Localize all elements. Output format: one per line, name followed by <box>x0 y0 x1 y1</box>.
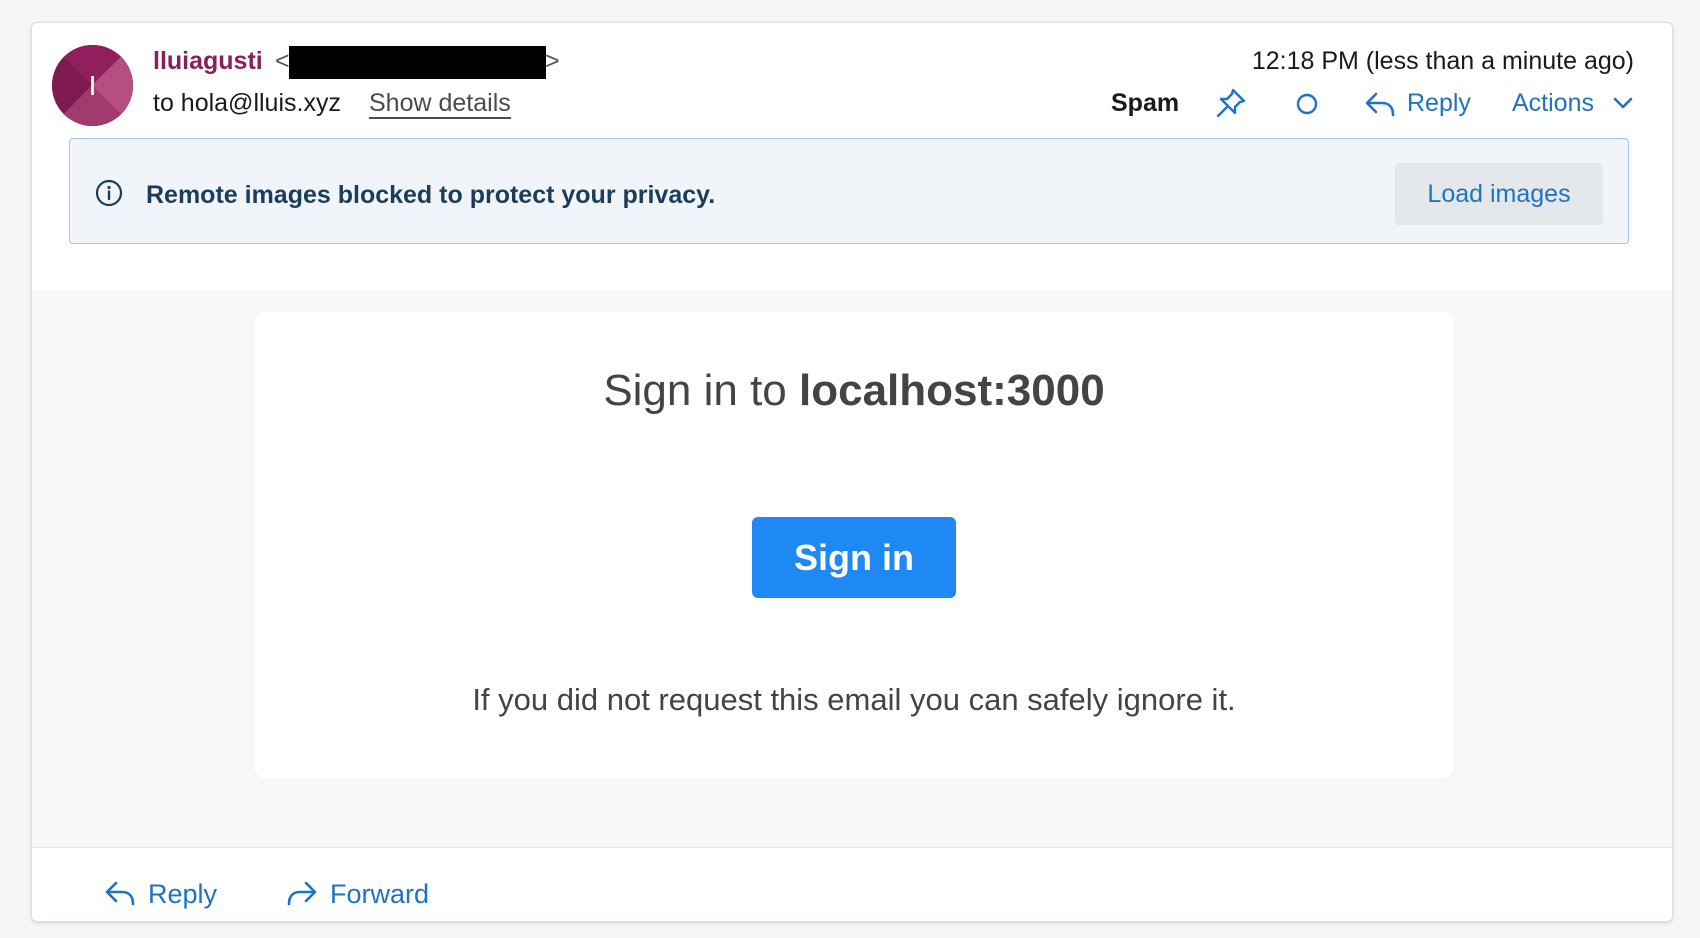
sender-email-open-bracket: < <box>275 47 290 75</box>
heading-prefix: Sign in to <box>603 366 799 415</box>
email-content-card: Sign in to localhost:3000 Sign in If you… <box>254 312 1454 778</box>
sender-avatar: I <box>52 45 133 126</box>
chevron-down-icon <box>1613 97 1633 109</box>
actions-menu[interactable]: Actions <box>1512 89 1633 118</box>
email-message-card: I lluiagusti < > to hola@lluis.xyz Show … <box>31 22 1673 922</box>
forward-button-footer[interactable]: Forward <box>286 879 466 915</box>
info-icon <box>95 179 123 207</box>
remote-images-notice: Remote images blocked to protect your pr… <box>69 138 1629 244</box>
avatar-letter: I <box>88 70 97 101</box>
recipient-line: to hola@lluis.xyz <box>153 89 341 117</box>
sender-name[interactable]: lluiagusti <box>153 47 263 76</box>
timestamp: 12:18 PM (less than a minute ago) <box>1251 47 1634 75</box>
email-note: If you did not request this email you ca… <box>472 682 1236 717</box>
heading-host: localhost:3000 <box>799 366 1105 415</box>
sender-email-close-bracket: > <box>545 47 560 75</box>
email-heading: Sign in to localhost:3000 <box>254 366 1454 416</box>
forward-icon <box>287 881 317 906</box>
footer-reply-label: Reply <box>148 879 218 909</box>
footer-divider <box>32 847 1672 848</box>
reply-label: Reply <box>1407 89 1471 117</box>
load-images-button[interactable]: Load images <box>1395 163 1603 225</box>
reply-icon <box>1365 92 1395 117</box>
show-details-link[interactable]: Show details <box>369 89 511 119</box>
actions-label: Actions <box>1512 89 1594 117</box>
redacted-sender-email <box>289 46 546 79</box>
notice-text: Remote images blocked to protect your pr… <box>146 181 716 209</box>
unread-circle-icon[interactable] <box>1295 92 1319 116</box>
footer-forward-label: Forward <box>330 879 430 909</box>
reply-button-footer[interactable]: Reply <box>104 879 244 915</box>
pin-icon[interactable] <box>1215 87 1247 119</box>
email-body-area: Sign in to localhost:3000 Sign in If you… <box>32 290 1672 847</box>
spam-label: Spam <box>1111 89 1180 117</box>
reply-icon <box>105 881 135 906</box>
sign-in-button[interactable]: Sign in <box>752 517 956 598</box>
